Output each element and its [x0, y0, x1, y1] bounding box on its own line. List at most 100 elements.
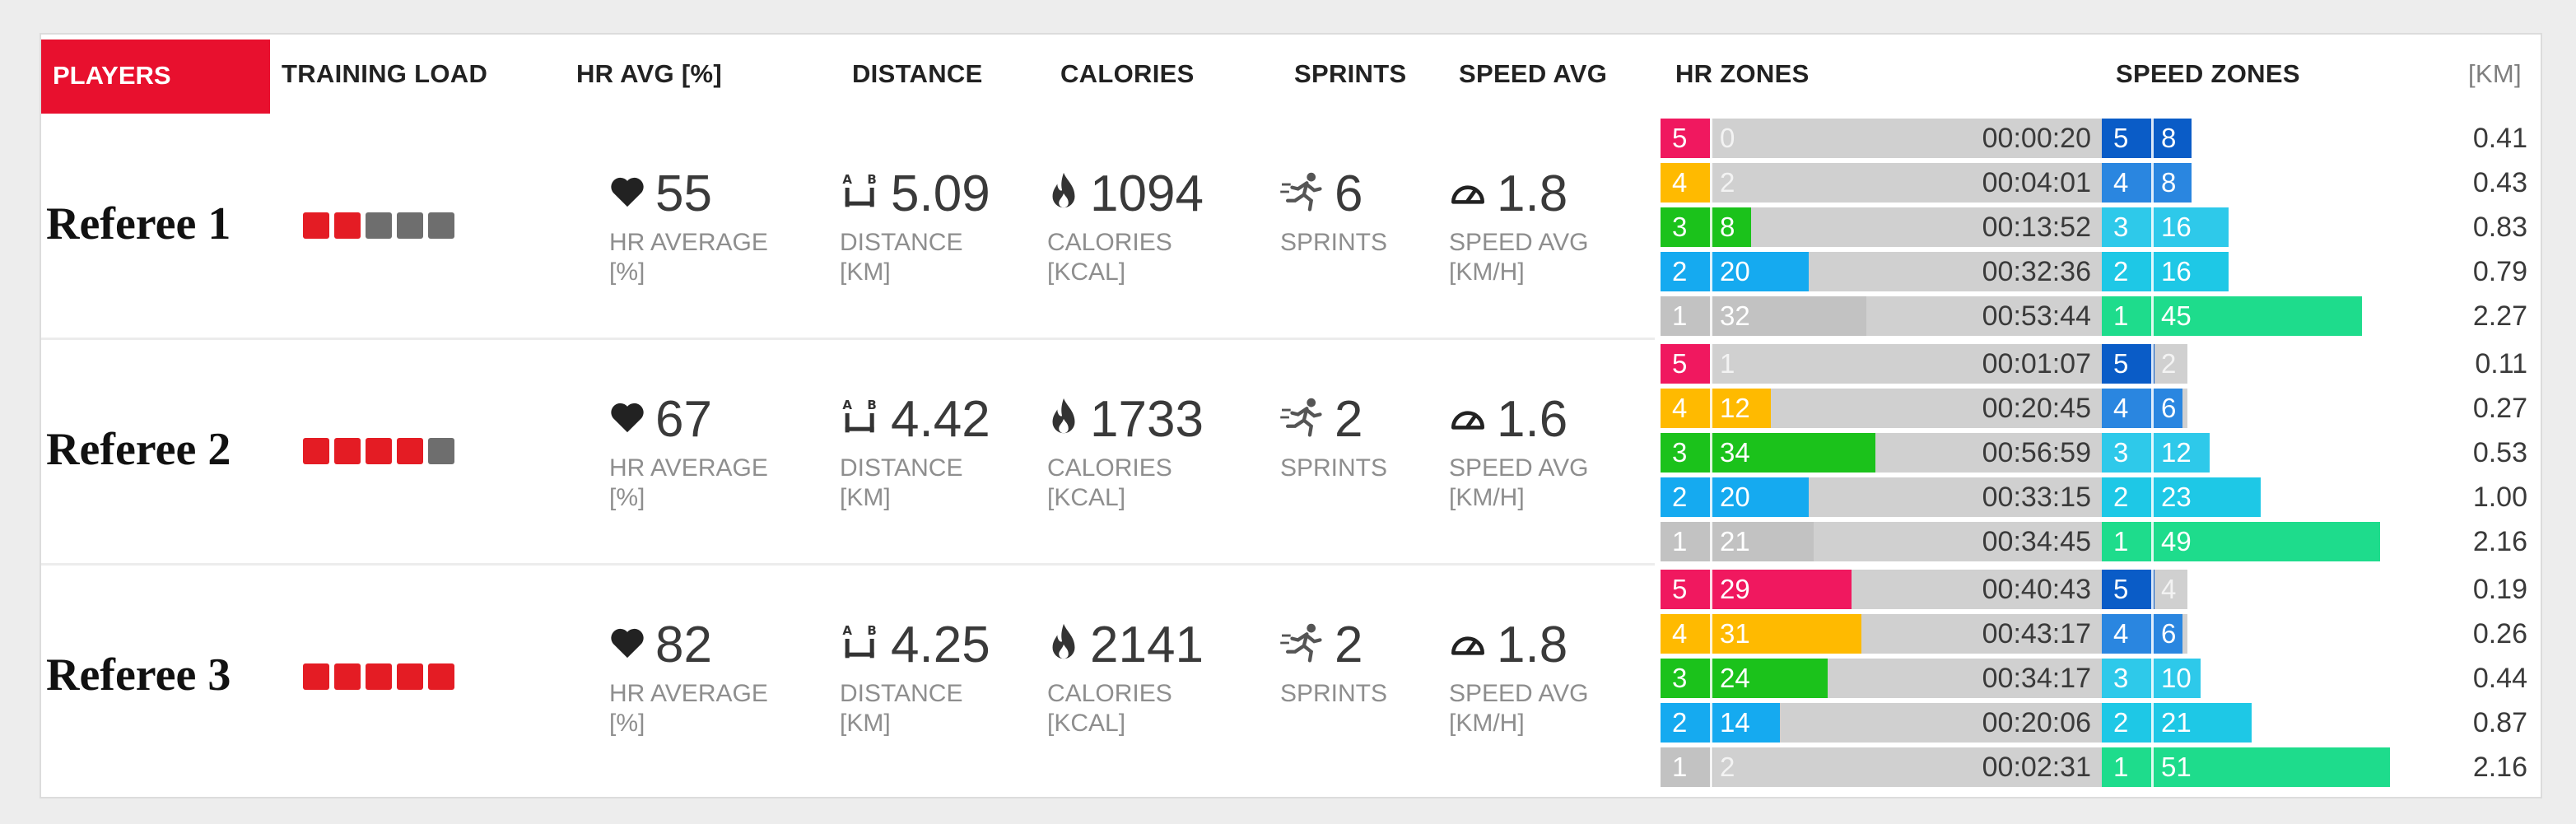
referee-name[interactable]: Referee 2 — [46, 423, 231, 476]
distance-metric: A B 4.42 DISTANCE [KM] — [840, 390, 990, 513]
metric-label: DISTANCE — [840, 229, 963, 256]
zone-divider — [2151, 207, 2154, 247]
zone-divider — [2151, 389, 2154, 428]
metric-label: CALORIES — [1047, 680, 1172, 707]
zone-km: 0.53 — [2472, 437, 2527, 468]
metric-value: 4.42 — [891, 391, 990, 448]
sprinter-icon — [1280, 397, 1325, 442]
a-to-b-distance-icon: AB — [840, 397, 881, 442]
hr-zone-number: 3 — [1672, 212, 1688, 242]
zone-time: 00:34:17 — [1982, 663, 2091, 694]
zone-divider — [1710, 747, 1712, 787]
zone-time: 00:04:01 — [1982, 167, 2091, 198]
zone-divider — [1710, 389, 1712, 428]
metric-value: 1094 — [1090, 165, 1204, 222]
zone-km: 1.00 — [2472, 482, 2527, 513]
speed-zone-value: 12 — [2161, 437, 2192, 468]
speed-zone-number: 3 — [2113, 663, 2129, 693]
zone-divider — [1710, 252, 1712, 291]
training-load-block — [334, 438, 361, 464]
metric-value-line: 6 — [1280, 165, 1387, 223]
zone-km: 2.27 — [2472, 300, 2527, 332]
zone-divider — [1710, 522, 1712, 561]
zone-divider — [2151, 747, 2154, 787]
row-separator — [41, 563, 1655, 566]
speedometer-icon — [1449, 628, 1487, 662]
zone-km: 2.16 — [2472, 526, 2527, 557]
metric-unit: [KCAL] — [1047, 484, 1126, 511]
zone-time: 00:56:59 — [1982, 437, 2091, 468]
a-to-b-distance-icon: AB — [840, 622, 881, 668]
hr-zone-number: 5 — [1672, 574, 1688, 604]
hr-zone-value: 0 — [1720, 123, 1735, 153]
hr-zone-number: 1 — [1672, 300, 1688, 331]
metric-unit: [%] — [609, 258, 645, 286]
training-load-block — [366, 663, 392, 690]
zone-divider — [1710, 207, 1712, 247]
speed-zone-value: 6 — [2161, 618, 2177, 649]
training-load-block — [397, 663, 423, 690]
svg-text:B: B — [867, 398, 876, 412]
speed-avg-metric: 1.8 SPEED AVG [KM/H] — [1449, 165, 1589, 287]
speed-zone-number: 4 — [2113, 167, 2129, 198]
header-speed-zones[interactable]: SPEED ZONES — [2116, 59, 2300, 89]
speed-avg-metric: 1.6 SPEED AVG [KM/H] — [1449, 390, 1589, 513]
zone-divider — [2151, 659, 2154, 698]
sprints-metric: 2 SPRINTS — [1280, 390, 1387, 483]
metric-value: 2 — [1335, 391, 1363, 448]
referee-name[interactable]: Referee 1 — [46, 198, 231, 250]
zone-time: 00:53:44 — [1982, 300, 2091, 332]
zone-km: 0.11 — [2475, 348, 2527, 379]
svg-text:B: B — [867, 623, 876, 638]
header-speed-avg[interactable]: SPEED AVG — [1459, 59, 1607, 89]
training-load-block — [366, 438, 392, 464]
hr-zone-value: 2 — [1720, 167, 1735, 198]
speed-zone-number: 1 — [2113, 752, 2129, 782]
metric-unit: [KCAL] — [1047, 710, 1126, 737]
zone-divider — [1710, 119, 1712, 158]
speed-zone-value: 45 — [2161, 300, 2192, 331]
flame-icon — [1047, 397, 1080, 442]
training-load-block — [303, 438, 329, 464]
header-training-load[interactable]: TRAINING LOAD — [282, 59, 487, 89]
hr-zone-number: 4 — [1672, 167, 1688, 198]
zone-divider — [1710, 163, 1712, 203]
training-load-indicator — [303, 663, 454, 690]
metric-label: HR AVERAGE — [609, 680, 768, 707]
header-sprints[interactable]: SPRINTS — [1294, 59, 1406, 89]
header-hr-zones[interactable]: HR ZONES — [1675, 59, 1810, 89]
speed-zone-value: 23 — [2161, 482, 2192, 512]
metric-value: 82 — [655, 617, 712, 673]
tab-players[interactable]: PLAYERS — [41, 40, 270, 114]
hr-zone-value: 32 — [1720, 300, 1750, 331]
zone-time: 00:02:31 — [1982, 752, 2091, 783]
sprinter-icon — [1280, 622, 1325, 668]
hr-zone-value: 20 — [1720, 482, 1750, 512]
header-calories[interactable]: CALORIES — [1060, 59, 1195, 89]
referee-name[interactable]: Referee 3 — [46, 649, 231, 701]
header-distance[interactable]: DISTANCE — [852, 59, 983, 89]
metric-value: 1.6 — [1497, 391, 1568, 448]
svg-text:A: A — [842, 398, 852, 412]
metric-label: HR AVERAGE — [609, 454, 768, 482]
zone-divider — [2151, 163, 2154, 203]
hr-zone-value: 14 — [1720, 707, 1750, 738]
hr-zone-value: 20 — [1720, 256, 1750, 286]
speedometer-icon — [1449, 177, 1487, 211]
metric-value-line: A B 5.09 — [840, 165, 990, 223]
hr-zone-number: 1 — [1672, 752, 1688, 782]
zone-time: 00:01:07 — [1982, 348, 2091, 379]
svg-text:B: B — [867, 172, 876, 187]
hr-zone-number: 3 — [1672, 437, 1688, 468]
metric-value-line: 2 — [1280, 616, 1387, 674]
speed-zone-number: 2 — [2113, 707, 2129, 738]
metric-value: 1.8 — [1497, 617, 1568, 673]
metric-unit: [%] — [609, 484, 645, 511]
hr-zone-number: 1 — [1672, 526, 1688, 556]
header-hr-avg[interactable]: HR AVG [%] — [576, 59, 722, 89]
speed-zone-value: 6 — [2161, 393, 2177, 423]
hr-zone-value: 2 — [1720, 752, 1735, 782]
hr-zone-number: 5 — [1672, 123, 1688, 153]
hr-zone-value: 12 — [1720, 393, 1750, 423]
metric-unit: [KM] — [840, 710, 891, 737]
